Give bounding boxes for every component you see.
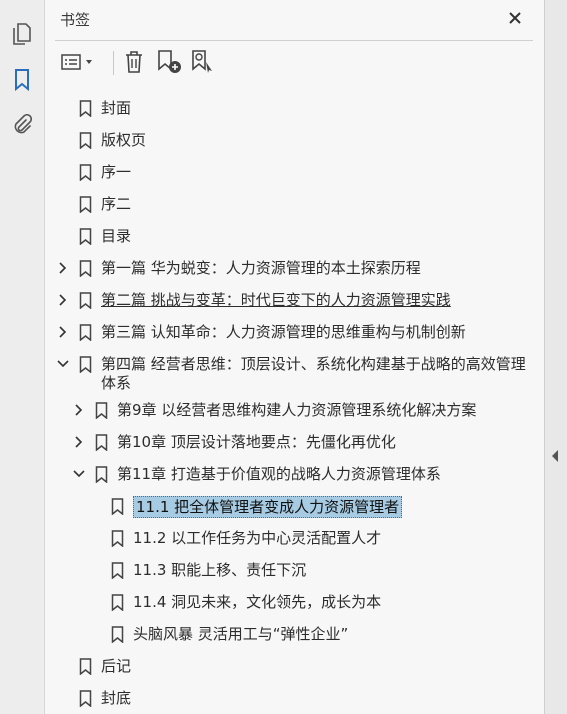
bookmarks-panel: 书签 封面 版权页 序一 序二 目录 第一篇 华为蜕变：人力资源管理的本土探索历… bbox=[45, 0, 544, 714]
close-icon bbox=[509, 12, 521, 24]
bookmark-icon bbox=[79, 324, 92, 342]
bookmark-icon bbox=[79, 260, 92, 278]
delete-bookmark-button[interactable] bbox=[121, 49, 147, 75]
bookmark-icon bbox=[79, 100, 92, 118]
bookmark-label: 11.4 洞见未来，文化领先，成长为本 bbox=[133, 593, 382, 611]
bookmark-label: 第四篇 经营者思维：顶层设计、系统化构建基于战略的高效管理体系 bbox=[101, 355, 526, 392]
bookmark-label: 序二 bbox=[101, 195, 132, 213]
chevron-right-icon[interactable] bbox=[55, 252, 71, 284]
bookmark-icon bbox=[95, 434, 108, 452]
bookmark-icon bbox=[111, 530, 124, 548]
bookmark-icon bbox=[79, 228, 92, 246]
chevron-right-icon[interactable] bbox=[71, 394, 87, 426]
bookmarks-toolbar bbox=[55, 40, 533, 83]
bookmark-icon bbox=[79, 196, 92, 214]
bookmarks-icon[interactable] bbox=[8, 66, 36, 94]
bookmark-label: 目录 bbox=[101, 227, 132, 245]
bookmark-label: 版权页 bbox=[101, 131, 147, 149]
bookmark-icon bbox=[79, 132, 92, 150]
bookmark-label: 第10章 顶层设计落地要点：先僵化再优化 bbox=[117, 433, 396, 451]
bookmark-label: 封底 bbox=[101, 689, 132, 707]
bookmark-icon bbox=[79, 292, 92, 310]
bookmark-label: 11.2 以工作任务为中心灵活配置人才 bbox=[133, 529, 382, 547]
panel-title: 书签 bbox=[60, 11, 91, 29]
chevron-right-icon[interactable] bbox=[55, 316, 71, 348]
chevron-down-icon[interactable] bbox=[55, 348, 71, 380]
bookmark-label: 第11章 打造基于价值观的战略人力资源管理体系 bbox=[117, 465, 441, 483]
bookmark-label: 第9章 以经营者思维构建人力资源管理系统化解决方案 bbox=[117, 401, 477, 419]
pages-icon[interactable] bbox=[8, 20, 36, 48]
toolbar-separator bbox=[113, 51, 114, 75]
bookmark-label: 第一篇 华为蜕变：人力资源管理的本土探索历程 bbox=[101, 259, 421, 277]
bookmark-icon bbox=[111, 626, 124, 644]
chevron-down-icon[interactable] bbox=[71, 458, 87, 490]
add-bookmark-icon bbox=[158, 50, 181, 73]
new-bookmark-button[interactable] bbox=[155, 49, 183, 75]
document-pane-edge bbox=[544, 0, 567, 714]
panel-header: 书签 bbox=[45, 0, 544, 40]
attachments-icon[interactable] bbox=[8, 111, 36, 139]
options-menu-button[interactable] bbox=[59, 49, 99, 75]
bookmark-label: 封面 bbox=[101, 99, 132, 117]
bookmark-icon bbox=[79, 356, 92, 374]
chevron-right-icon[interactable] bbox=[55, 284, 71, 316]
trash-icon bbox=[126, 51, 142, 73]
bookmark-icon bbox=[111, 498, 124, 516]
options-list-icon bbox=[61, 54, 92, 70]
bookmark-icon bbox=[95, 402, 108, 420]
bookmark-icon bbox=[79, 690, 92, 708]
bookmark-label: 后记 bbox=[101, 657, 132, 675]
chevron-right-icon[interactable] bbox=[71, 426, 87, 458]
bookmark-label: 头脑风暴 灵活用工与“弹性企业” bbox=[133, 625, 349, 643]
bookmark-label: 序一 bbox=[101, 163, 132, 181]
bookmark-label: 第三篇 认知革命：人力资源管理的思维重构与机制创新 bbox=[101, 323, 466, 341]
bookmark-label: 11.1 把全体管理者变成人力资源管理者 bbox=[133, 496, 403, 518]
bookmark-icon bbox=[111, 594, 124, 612]
bookmark-label: 11.3 职能上移、责任下沉 bbox=[133, 561, 307, 579]
bookmark-icon bbox=[111, 562, 124, 580]
find-current-bookmark-button[interactable] bbox=[189, 49, 217, 75]
close-panel-button[interactable] bbox=[505, 8, 525, 28]
navigation-rail bbox=[0, 0, 45, 714]
bookmark-icon bbox=[95, 466, 108, 484]
bookmark-icon bbox=[79, 164, 92, 182]
bookmark-icon bbox=[79, 658, 92, 676]
bookmark-label: 第二篇 挑战与变革：时代巨变下的人力资源管理实践 bbox=[101, 291, 451, 309]
collapse-panel-arrow-icon[interactable] bbox=[550, 449, 560, 463]
find-bookmark-icon bbox=[192, 50, 212, 73]
